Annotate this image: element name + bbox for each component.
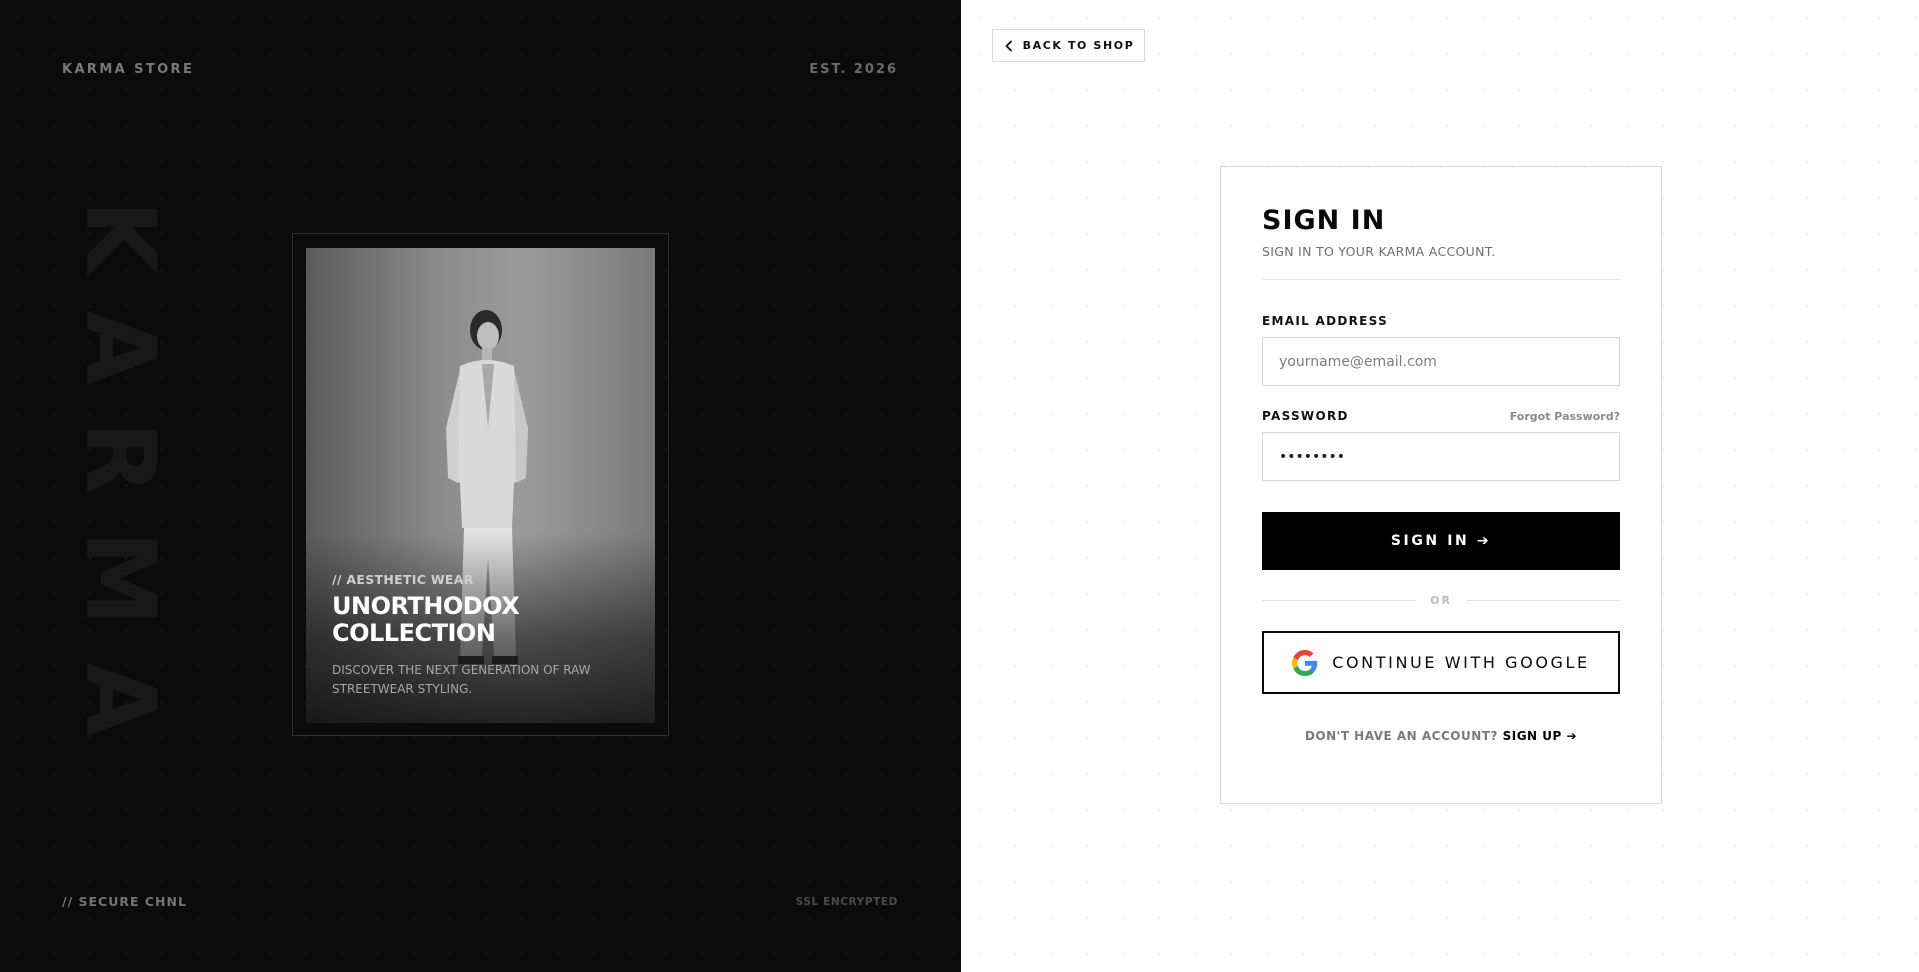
continue-with-google-button[interactable]: CONTINUE WITH GOOGLE <box>1262 631 1620 694</box>
page-title: SIGN IN <box>1262 205 1386 236</box>
signup-question: DON'T HAVE AN ACCOUNT? <box>1304 729 1498 743</box>
secure-channel-label: // SECURE CHNL <box>62 894 187 909</box>
password-field[interactable] <box>1262 432 1620 481</box>
separator-line-right <box>1465 600 1621 601</box>
card-description: DISCOVER THE NEXT GENERATION OF RAW STRE… <box>332 663 591 696</box>
google-button-label: CONTINUE WITH GOOGLE <box>1332 653 1590 672</box>
back-to-shop-label: BACK TO SHOP <box>1022 39 1135 52</box>
email-label: EMAIL ADDRESS <box>1262 314 1389 328</box>
established-year: EST. 2026 <box>809 62 898 77</box>
back-to-shop-button[interactable]: BACK TO SHOP <box>992 29 1145 62</box>
header-divider <box>1262 279 1620 280</box>
card-title: UNORTHODOX COLLECTION <box>332 592 520 647</box>
or-label: OR <box>1430 594 1452 607</box>
store-brand: KARMA STORE <box>62 62 195 77</box>
ssl-label: SSL ENCRYPTED <box>795 896 898 908</box>
forgot-password-link[interactable]: Forgot Password? <box>1510 410 1620 423</box>
separator-line-left <box>1262 600 1417 601</box>
password-label-row: PASSWORD Forgot Password? <box>1262 409 1620 423</box>
card-kicker: // AESTHETIC WEAR <box>332 572 474 587</box>
right-panel: BACK TO SHOP SIGN IN SIGN IN TO YOUR KAR… <box>961 0 1919 972</box>
sign-in-button[interactable]: SIGN IN ➔ <box>1262 512 1620 570</box>
google-icon <box>1292 649 1318 676</box>
signup-prompt: DON'T HAVE AN ACCOUNT? SIGN UP ➔ <box>1262 729 1620 743</box>
password-label: PASSWORD <box>1262 409 1349 423</box>
page-subtitle: SIGN IN TO YOUR KARMA ACCOUNT. <box>1262 244 1496 259</box>
vertical-brand-watermark: KARMA <box>64 200 176 773</box>
sign-in-form: SIGN IN SIGN IN TO YOUR KARMA ACCOUNT. E… <box>1262 205 1621 743</box>
left-panel: KARMA STORE EST. 2026 KARMA // AESTHETIC… <box>0 0 961 972</box>
or-separator: OR <box>1262 594 1621 607</box>
collection-card: // AESTHETIC WEAR UNORTHODOX COLLECTION … <box>306 248 655 723</box>
sign-in-card: SIGN IN SIGN IN TO YOUR KARMA ACCOUNT. E… <box>1220 166 1662 804</box>
sign-up-link[interactable]: SIGN UP ➔ <box>1503 729 1577 743</box>
card-caption: // AESTHETIC WEAR UNORTHODOX COLLECTION … <box>332 572 632 699</box>
chevron-left-icon <box>1005 40 1012 51</box>
email-field[interactable] <box>1262 337 1620 386</box>
